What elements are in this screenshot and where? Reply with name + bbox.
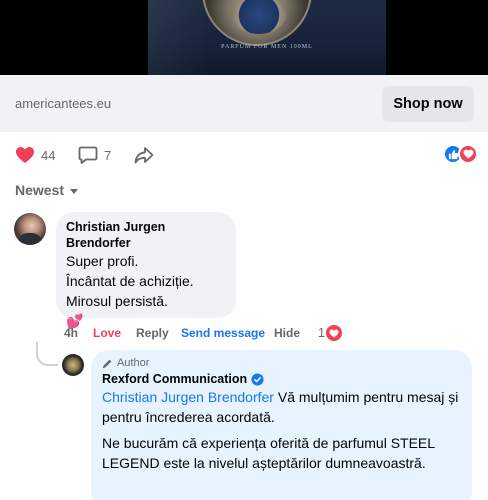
hide-comment-button[interactable]: Hide [274,326,300,340]
comment-love-button[interactable]: Love [93,326,121,340]
love-reaction-icon [458,144,478,164]
badge-emblem-image [202,0,312,46]
heart-icon [16,147,34,163]
author-badge-label: Author [117,357,150,369]
bottle-label: PARFUM FOR MEN 100ML [221,44,313,50]
author-reply-bubble: Author Rexford Communication Christian J… [91,350,472,500]
comment-button[interactable]: 7 [78,144,111,166]
comment-count: 7 [104,147,112,163]
comment-author-name[interactable]: Christian Jurgen Brendorfer [66,219,226,251]
love-reaction-icon [324,324,343,342]
reply-author-name[interactable]: Rexford Communication [102,371,247,387]
badge-center [232,0,286,34]
chevron-down-icon [70,188,79,194]
page-avatar[interactable] [62,354,84,376]
comment-reaction-number: 1 [318,326,325,340]
comment-line: Mirosul persistă. [66,293,168,309]
send-message-button[interactable]: Send message [181,326,265,340]
reply-thread-line [36,342,58,366]
comment-line: Super profi. [66,253,139,269]
author-badge: Author [102,356,461,370]
share-button[interactable] [134,144,154,166]
comment-bubble: Christian Jurgen Brendorfer Super profi.… [56,212,236,329]
love-count: 44 [41,147,56,163]
reply-author: Rexford Communication [102,371,461,387]
sort-label: Newest [15,182,65,198]
image-glare [148,0,208,75]
comment-line: Încântat de achiziție. [66,273,194,289]
comment-icon [78,146,98,164]
commenter-avatar[interactable] [14,213,46,245]
mention-link[interactable]: Christian Jurgen Brendorfer [102,389,274,405]
comment-sort-dropdown[interactable]: Newest [15,182,79,198]
link-preview-bar[interactable]: americantees.eu Shop now [0,75,488,132]
reply-text: Christian Jurgen Brendorfer Vă mulțumim … [102,387,461,427]
reaction-summary[interactable] [443,144,478,164]
post-media[interactable]: PARFUM FOR MEN 100ML [0,0,488,75]
share-icon [134,147,154,164]
avatar-shirt [18,233,42,245]
comment-timestamp[interactable]: 4h [64,326,78,340]
perfume-bottle-image[interactable]: PARFUM FOR MEN 100ML [148,0,386,75]
pencil-icon [102,359,112,368]
reply-paragraph: Ne bucurăm că experiența oferită de parf… [102,435,435,471]
love-reaction-button[interactable]: 44 [15,144,55,166]
link-domain[interactable]: americantees.eu [15,96,111,111]
comment-reply-button[interactable]: Reply [136,326,169,340]
comment-reaction-count[interactable]: 1 [318,324,343,342]
shop-now-button[interactable]: Shop now [382,86,474,122]
post-actions: 44 7 [0,140,488,170]
verified-badge-icon [251,372,264,386]
